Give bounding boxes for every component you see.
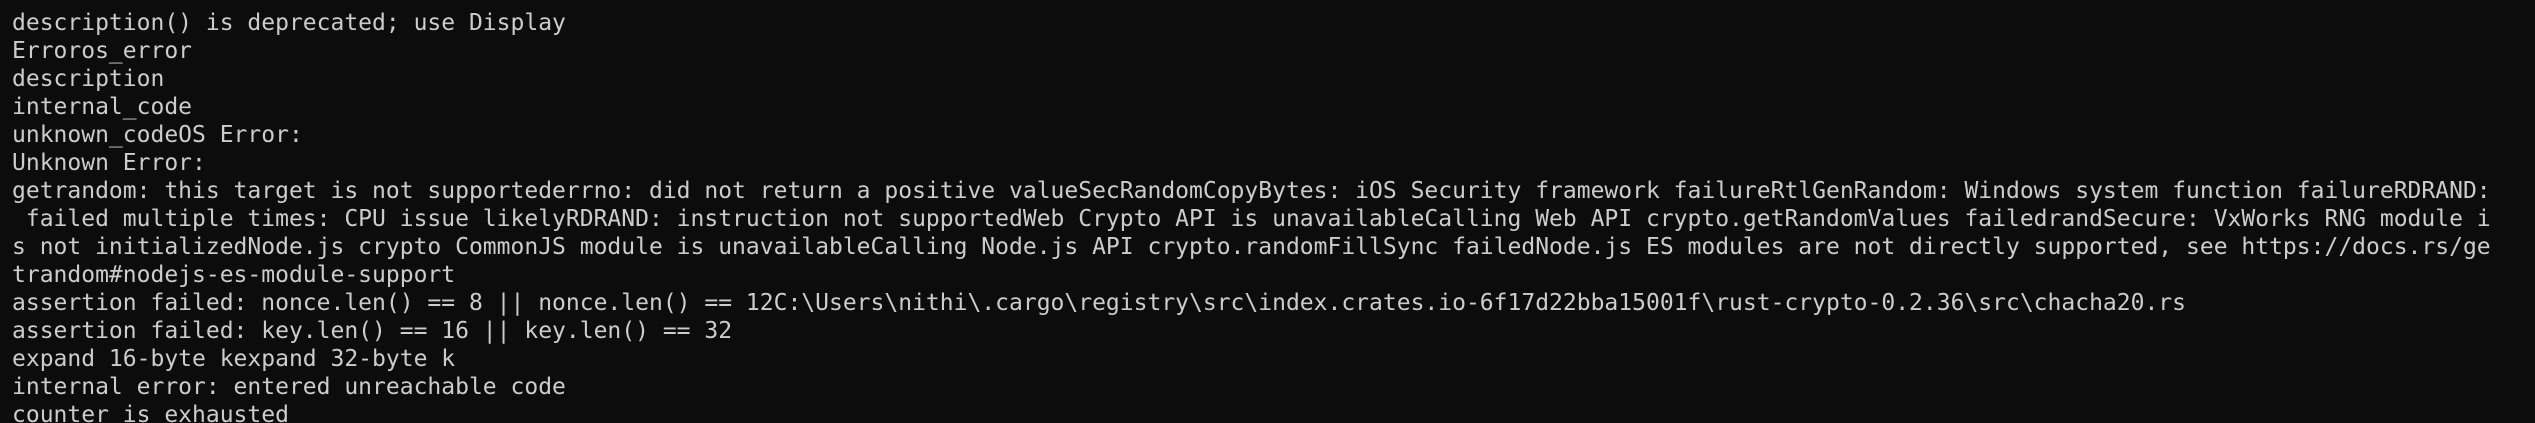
terminal-line-1: description() is deprecated; use Display bbox=[12, 10, 566, 36]
terminal-line-8: failed multiple times: CPU issue likelyR… bbox=[12, 206, 2491, 232]
terminal-line-14: internal error: entered unreachable code bbox=[12, 374, 566, 400]
terminal-line-clipped bbox=[12, 0, 2535, 9]
terminal-line-15: counter is exhausted bbox=[12, 402, 289, 423]
terminal-line-7: getrandom: this target is not supportede… bbox=[12, 178, 2491, 204]
terminal-line-9: s not initializedNode.js crypto CommonJS… bbox=[12, 234, 2491, 260]
terminal-line-3: description bbox=[12, 66, 165, 92]
terminal-line-6: Unknown Error: bbox=[12, 150, 220, 176]
terminal-line-12: assertion failed: key.len() == 16 || key… bbox=[12, 318, 733, 344]
terminal-line-4: internal_code bbox=[12, 94, 193, 120]
terminal-line-11: assertion failed: nonce.len() == 8 || no… bbox=[12, 290, 2187, 316]
terminal-line-10: trandom#nodejs-es-module-support bbox=[12, 262, 456, 288]
terminal-window[interactable]: description() is deprecated; use Display… bbox=[0, 0, 2535, 423]
terminal-line-13: expand 16-byte kexpand 32-byte k bbox=[12, 346, 456, 372]
terminal-line-5: unknown_codeOS Error: bbox=[12, 122, 317, 148]
terminal-line-2: Erroros_error bbox=[12, 38, 193, 64]
terminal-output: description() is deprecated; use Display… bbox=[0, 0, 2535, 423]
